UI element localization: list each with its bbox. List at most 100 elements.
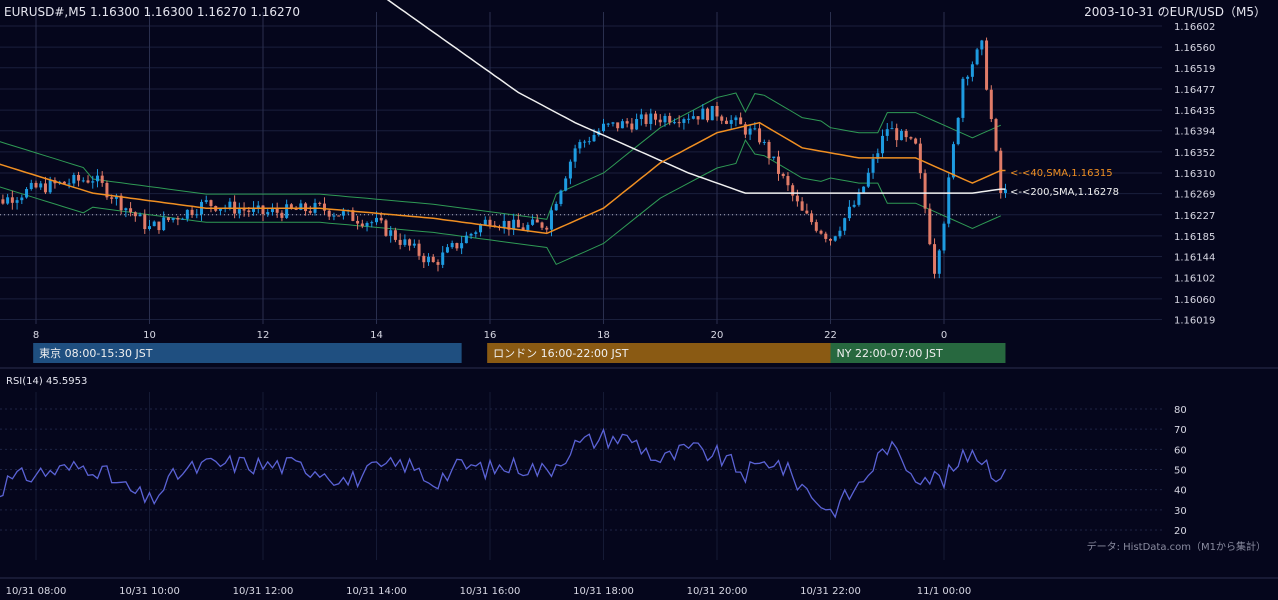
- price-tick-label: 1.16019: [1174, 315, 1215, 326]
- candle-body: [393, 230, 397, 240]
- candle-body: [450, 243, 454, 248]
- candle-body: [914, 138, 918, 144]
- candle-body: [847, 206, 851, 219]
- candle-body: [408, 239, 412, 246]
- price-tick-label: 1.16602: [1174, 22, 1215, 33]
- candle-body: [275, 208, 279, 213]
- candle-body: [327, 210, 331, 217]
- candle-body: [928, 208, 932, 245]
- candle-body: [734, 117, 738, 121]
- candle-body: [204, 200, 208, 202]
- price-tick-label: 1.16352: [1174, 148, 1215, 159]
- candle-body: [322, 203, 326, 211]
- candle-body: [668, 115, 672, 123]
- candle-body: [729, 120, 733, 124]
- date-title: 2003-10-31 のEUR/USD（M5）: [1084, 5, 1266, 19]
- candle-body: [545, 227, 549, 230]
- candle-body: [237, 209, 241, 214]
- candle-body: [95, 175, 99, 182]
- candle-body: [228, 201, 232, 208]
- candle-body: [299, 203, 303, 210]
- candle-body: [885, 129, 889, 136]
- candle-body: [133, 212, 137, 217]
- price-tick-label: 1.16477: [1174, 85, 1215, 96]
- candle-body: [829, 238, 832, 241]
- candle-body: [398, 239, 402, 245]
- time-tick-label: 10/31 12:00: [233, 586, 294, 597]
- candle-body: [951, 144, 955, 178]
- candle-body: [710, 105, 714, 121]
- candle-body: [975, 49, 979, 65]
- candle-body: [554, 203, 558, 211]
- candle-body: [923, 173, 927, 209]
- candle-body: [625, 121, 629, 124]
- candle-body: [824, 233, 828, 239]
- candle-body: [403, 239, 407, 245]
- time-tick-label: 10/31 20:00: [687, 586, 748, 597]
- candle-body: [285, 204, 289, 218]
- candle-body: [48, 180, 52, 193]
- candle-body: [890, 128, 894, 130]
- candle-body: [857, 192, 861, 205]
- candle-body: [152, 221, 156, 227]
- candle-body: [833, 236, 837, 241]
- candle-body: [531, 219, 535, 225]
- candle-body: [43, 183, 47, 193]
- sma40-label: <-<40,SMA,1.16315: [1010, 168, 1113, 179]
- candle-body: [720, 116, 724, 121]
- candle-body: [464, 235, 468, 244]
- candle-body: [91, 181, 95, 183]
- candle-body: [762, 141, 766, 143]
- candle-body: [635, 118, 639, 130]
- candle-body: [843, 218, 847, 231]
- candle-body: [266, 212, 270, 215]
- candle-body: [805, 210, 809, 214]
- candle-body: [176, 218, 180, 220]
- candle-body: [810, 213, 814, 223]
- candle-body: [564, 178, 568, 191]
- candle-body: [606, 123, 610, 125]
- candle-body: [474, 232, 478, 234]
- candle-body: [630, 123, 634, 130]
- rsi-label: RSI(14) 45.5953: [6, 376, 87, 387]
- candle-body: [370, 222, 374, 224]
- price-tick-label: 1.16060: [1174, 295, 1215, 306]
- candle-body: [417, 243, 421, 256]
- candle-body: [209, 200, 213, 207]
- candle-body: [502, 220, 506, 228]
- candle-body: [195, 214, 199, 216]
- candle-body: [119, 195, 123, 211]
- candle-body: [445, 247, 449, 253]
- time-tick-label: 10/31 10:00: [119, 586, 180, 597]
- candle-body: [994, 119, 998, 151]
- price-tick-label: 1.16560: [1174, 43, 1215, 54]
- candle-body: [772, 156, 776, 159]
- candle-body: [654, 113, 658, 120]
- price-tick-label: 1.16310: [1174, 169, 1215, 180]
- candle-body: [602, 123, 605, 132]
- candle-body: [961, 78, 965, 118]
- price-tick-label: 1.16227: [1174, 211, 1215, 222]
- session-label: NY 22:00-07:00 JST: [837, 347, 944, 360]
- candle-body: [568, 161, 572, 179]
- price-tick-label: 1.16144: [1174, 253, 1215, 264]
- candle-body: [318, 202, 322, 204]
- candle-body: [549, 210, 553, 230]
- candle-body: [786, 176, 790, 186]
- candle-body: [696, 116, 700, 120]
- candle-body: [1003, 189, 1007, 193]
- candle-body: [776, 156, 780, 174]
- candle-body: [247, 210, 251, 212]
- candle-body: [6, 197, 10, 204]
- candle-body: [25, 189, 29, 198]
- time-tick-label: 10/31 08:00: [6, 586, 67, 597]
- candle-body: [819, 230, 823, 234]
- candle-body: [72, 174, 76, 184]
- candle-body: [583, 141, 587, 143]
- candle-body: [767, 141, 771, 159]
- candle-body: [966, 76, 970, 79]
- hour-tick-label: 18: [597, 330, 610, 341]
- candle-body: [124, 208, 128, 211]
- candle-body: [479, 224, 483, 233]
- time-tick-label: 10/31 18:00: [573, 586, 634, 597]
